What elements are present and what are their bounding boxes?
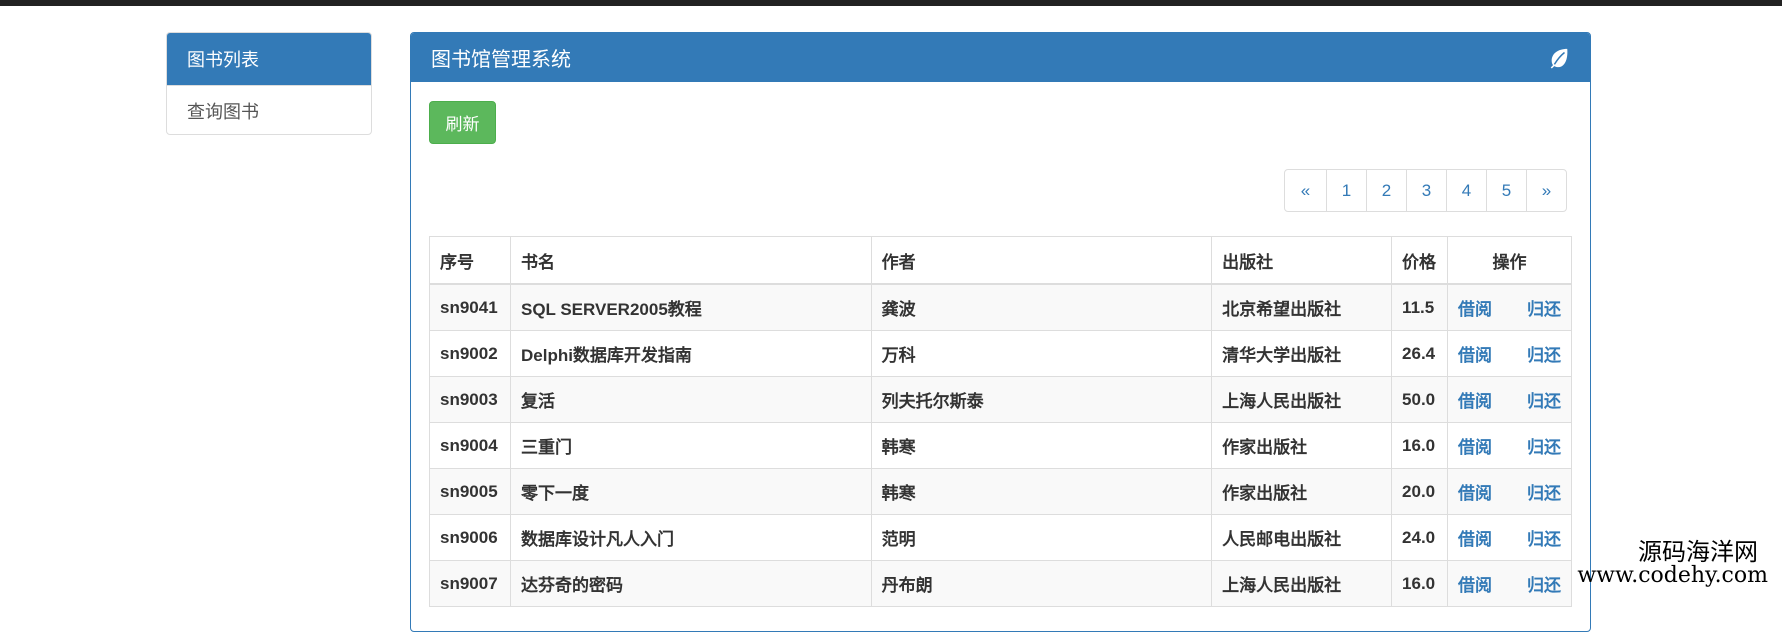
watermark-site-name: 源码海洋网: [1638, 538, 1758, 566]
table-row: sn9005 零下一度 韩寒 作家出版社 20.0 借阅 归还: [429, 468, 1572, 515]
header-ops: 操作: [1447, 236, 1572, 285]
cell-publisher: 作家出版社: [1211, 422, 1393, 469]
header-name: 书名: [509, 236, 872, 285]
header-price: 价格: [1391, 236, 1449, 285]
pagination: « 1 2 3 4 5 »: [1284, 169, 1567, 212]
cell-name: SQL SERVER2005教程: [509, 283, 872, 331]
borrow-link[interactable]: 借阅: [1458, 525, 1492, 550]
cell-ops: 借阅 归还: [1447, 468, 1572, 515]
table-row: sn9004 三重门 韩寒 作家出版社 16.0 借阅 归还: [429, 422, 1572, 469]
header-author: 作者: [870, 236, 1213, 285]
borrow-link[interactable]: 借阅: [1458, 295, 1492, 320]
cell-name: 三重门: [509, 422, 872, 469]
pagination-next[interactable]: »: [1526, 170, 1566, 211]
borrow-link[interactable]: 借阅: [1458, 433, 1492, 458]
cell-id: sn9007: [429, 560, 511, 607]
cell-ops: 借阅 归还: [1447, 376, 1572, 423]
pagination-page-2[interactable]: 2: [1366, 170, 1406, 211]
main-panel: 图书馆管理系统 刷新 « 1 2 3 4 5 » 序号 书名 作者 出版社 价格…: [410, 32, 1591, 632]
leaf-icon: [1548, 47, 1570, 69]
cell-id: sn9004: [429, 422, 511, 469]
cell-publisher: 上海人民出版社: [1211, 376, 1393, 423]
cell-publisher: 作家出版社: [1211, 468, 1393, 515]
cell-name: 数据库设计凡人入门: [509, 514, 872, 561]
cell-author: 韩寒: [870, 422, 1213, 469]
return-link[interactable]: 归还: [1527, 525, 1561, 550]
borrow-link[interactable]: 借阅: [1458, 571, 1492, 596]
table-row: sn9007 达芬奇的密码 丹布朗 上海人民出版社 16.0 借阅 归还: [429, 560, 1572, 607]
cell-ops: 借阅 归还: [1447, 330, 1572, 377]
cell-author: 龚波: [870, 283, 1213, 331]
table-header-row: 序号 书名 作者 出版社 价格 操作: [429, 236, 1572, 285]
pagination-page-4[interactable]: 4: [1446, 170, 1486, 211]
cell-ops: 借阅 归还: [1447, 422, 1572, 469]
pagination-page-3[interactable]: 3: [1406, 170, 1446, 211]
cell-price: 20.0: [1391, 468, 1449, 515]
sidebar-item-query-books[interactable]: 查询图书: [167, 85, 371, 134]
table-row: sn9003 复活 列夫托尔斯泰 上海人民出版社 50.0 借阅 归还: [429, 376, 1572, 423]
table-row: sn9002 Delphi数据库开发指南 万科 清华大学出版社 26.4 借阅 归…: [429, 330, 1572, 377]
borrow-link[interactable]: 借阅: [1458, 479, 1492, 504]
pagination-page-5[interactable]: 5: [1486, 170, 1526, 211]
watermark-url: www.codehy.com: [1577, 563, 1768, 588]
top-navbar: [0, 0, 1782, 6]
cell-name: 零下一度: [509, 468, 872, 515]
return-link[interactable]: 归还: [1527, 387, 1561, 412]
cell-id: sn9003: [429, 376, 511, 423]
header-publisher: 出版社: [1211, 236, 1393, 285]
cell-ops: 借阅 归还: [1447, 283, 1572, 331]
cell-name: 复活: [509, 376, 872, 423]
cell-price: 50.0: [1391, 376, 1449, 423]
cell-price: 24.0: [1391, 514, 1449, 561]
cell-price: 11.5: [1391, 283, 1449, 331]
return-link[interactable]: 归还: [1527, 571, 1561, 596]
books-table: 序号 书名 作者 出版社 价格 操作 sn9041 SQL SERVER2005…: [429, 236, 1572, 607]
cell-id: sn9041: [429, 283, 511, 331]
return-link[interactable]: 归还: [1527, 295, 1561, 320]
sidebar: 图书列表 查询图书: [166, 32, 372, 135]
cell-publisher: 清华大学出版社: [1211, 330, 1393, 377]
cell-author: 范明: [870, 514, 1213, 561]
borrow-link[interactable]: 借阅: [1458, 341, 1492, 366]
table-row: sn9041 SQL SERVER2005教程 龚波 北京希望出版社 11.5 …: [429, 283, 1572, 331]
table-row: sn9006 数据库设计凡人入门 范明 人民邮电出版社 24.0 借阅 归还: [429, 514, 1572, 561]
cell-publisher: 北京希望出版社: [1211, 283, 1393, 331]
cell-id: sn9006: [429, 514, 511, 561]
return-link[interactable]: 归还: [1527, 433, 1561, 458]
cell-id: sn9005: [429, 468, 511, 515]
cell-price: 16.0: [1391, 560, 1449, 607]
header-id: 序号: [429, 236, 511, 285]
watermark: 源码海洋网 www.codehy.com: [1577, 540, 1768, 588]
return-link[interactable]: 归还: [1527, 341, 1561, 366]
pagination-prev[interactable]: «: [1285, 170, 1326, 211]
cell-author: 万科: [870, 330, 1213, 377]
refresh-button[interactable]: 刷新: [429, 101, 496, 144]
pagination-page-1[interactable]: 1: [1326, 170, 1366, 211]
cell-price: 16.0: [1391, 422, 1449, 469]
cell-author: 丹布朗: [870, 560, 1213, 607]
cell-ops: 借阅 归还: [1447, 514, 1572, 561]
cell-author: 韩寒: [870, 468, 1213, 515]
cell-publisher: 上海人民出版社: [1211, 560, 1393, 607]
cell-author: 列夫托尔斯泰: [870, 376, 1213, 423]
panel-title: 图书馆管理系统: [431, 49, 571, 71]
cell-price: 26.4: [1391, 330, 1449, 377]
cell-ops: 借阅 归还: [1447, 560, 1572, 607]
return-link[interactable]: 归还: [1527, 479, 1561, 504]
cell-publisher: 人民邮电出版社: [1211, 514, 1393, 561]
panel-header: 图书馆管理系统: [411, 33, 1590, 82]
borrow-link[interactable]: 借阅: [1458, 387, 1492, 412]
cell-id: sn9002: [429, 330, 511, 377]
cell-name: 达芬奇的密码: [509, 560, 872, 607]
sidebar-title: 图书列表: [167, 33, 371, 85]
cell-name: Delphi数据库开发指南: [509, 330, 872, 377]
